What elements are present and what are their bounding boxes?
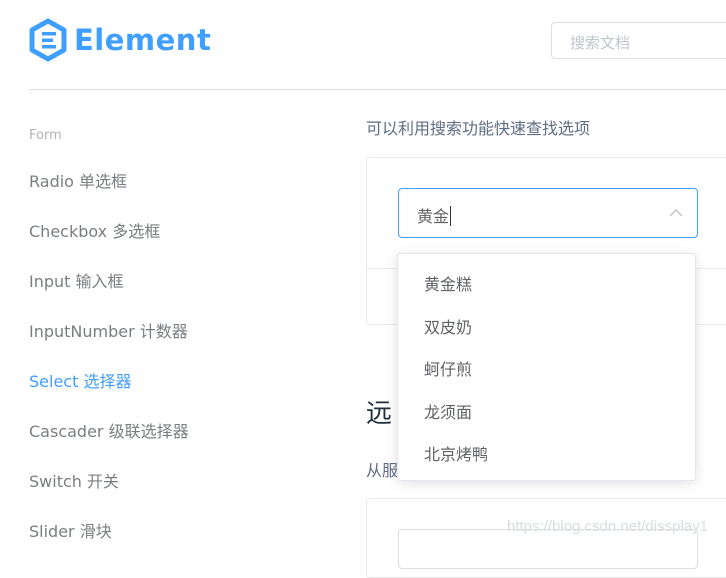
text-cursor xyxy=(450,206,452,226)
header-divider xyxy=(29,89,726,90)
sidebar-item-cascader[interactable]: Cascader 级联选择器 xyxy=(29,418,189,442)
sidebar-item-inputnumber[interactable]: InputNumber 计数器 xyxy=(29,318,188,342)
remote-search-title: 远 xyxy=(366,399,393,429)
dropdown-option[interactable]: 北京烤鸭 xyxy=(424,441,488,465)
select-value: 黄金 xyxy=(417,207,450,226)
hexagon-logo-icon xyxy=(29,18,67,62)
select-input-text[interactable]: 黄金 xyxy=(417,203,452,227)
logo-text: Element xyxy=(74,23,212,57)
sidebar-item-slider[interactable]: Slider 滑块 xyxy=(29,518,112,542)
sidebar-item-checkbox[interactable]: Checkbox 多选框 xyxy=(29,218,160,242)
filter-description: 可以利用搜索功能快速查找选项 xyxy=(366,119,591,138)
dropdown-option[interactable]: 黄金糕 xyxy=(424,271,472,295)
search-placeholder: 搜索文档 xyxy=(570,34,631,52)
sidebar-item-select[interactable]: Select 选择器 xyxy=(29,368,131,392)
chevron-up-icon[interactable] xyxy=(669,205,683,224)
element-logo[interactable]: Element xyxy=(28,15,211,65)
sidebar-group-form: Form xyxy=(29,128,62,143)
dropdown-option[interactable]: 蚵仔煎 xyxy=(424,356,472,380)
select-dropdown: 黄金糕 双皮奶 蚵仔煎 龙须面 北京烤鸭 xyxy=(397,253,696,481)
sidebar-item-input[interactable]: Input 输入框 xyxy=(29,268,124,292)
remote-search-description: 从服 xyxy=(366,461,399,480)
sidebar-item-switch[interactable]: Switch 开关 xyxy=(29,468,119,492)
dropdown-option[interactable]: 双皮奶 xyxy=(424,314,472,338)
dropdown-option[interactable]: 龙须面 xyxy=(424,399,472,423)
search-docs-input[interactable]: 搜索文档 xyxy=(551,22,726,59)
sidebar-item-radio[interactable]: Radio 单选框 xyxy=(29,168,127,192)
filterable-select[interactable]: 黄金 xyxy=(398,188,698,238)
remote-select-input[interactable] xyxy=(398,529,698,569)
watermark-text: https://blog.csdn.net/dissplay1 xyxy=(507,518,708,535)
